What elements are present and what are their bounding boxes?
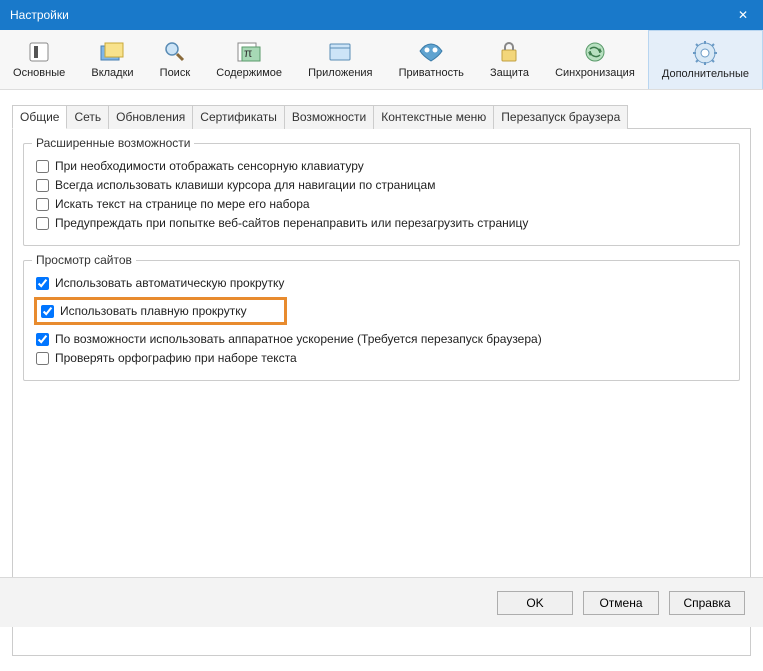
checkbox-cursor-keys[interactable] <box>36 179 49 192</box>
checkbox-row: По возможности использовать аппаратное у… <box>36 332 727 346</box>
checkbox-spellcheck[interactable] <box>36 352 49 365</box>
checkbox-label[interactable]: Искать текст на странице по мере его наб… <box>55 197 310 211</box>
checkbox-search-as-type[interactable] <box>36 198 49 211</box>
toolbar: Основные Вкладки Поиск π Содержимое Прил… <box>0 30 763 90</box>
toolbar-item-tabs[interactable]: Вкладки <box>78 30 146 89</box>
tab-network[interactable]: Сеть <box>66 105 109 129</box>
sync-icon <box>581 40 609 64</box>
tab-restart-browser[interactable]: Перезапуск браузера <box>493 105 628 129</box>
checkbox-row: При необходимости отображать сенсорную к… <box>36 159 727 173</box>
toolbar-label: Защита <box>490 67 529 79</box>
checkbox-label[interactable]: Использовать автоматическую прокрутку <box>55 276 284 290</box>
toolbar-label: Содержимое <box>216 67 282 79</box>
close-icon: ✕ <box>738 8 748 22</box>
toolbar-item-content[interactable]: π Содержимое <box>203 30 295 89</box>
checkbox-hw-accel[interactable] <box>36 333 49 346</box>
checkbox-row: Использовать автоматическую прокрутку <box>36 276 727 290</box>
help-button[interactable]: Справка <box>669 591 745 615</box>
checkbox-smooth-scroll[interactable] <box>41 305 54 318</box>
toolbar-label: Синхронизация <box>555 67 635 79</box>
checkbox-row: Искать текст на странице по мере его наб… <box>36 197 727 211</box>
svg-text:π: π <box>244 46 252 60</box>
tab-updates[interactable]: Обновления <box>108 105 193 129</box>
toolbar-label: Основные <box>13 67 65 79</box>
tab-features[interactable]: Возможности <box>284 105 374 129</box>
checkbox-onscreen-keyboard[interactable] <box>36 160 49 173</box>
toolbar-item-sync[interactable]: Синхронизация <box>542 30 648 89</box>
apps-icon <box>326 40 354 64</box>
checkbox-row: Предупреждать при попытке веб-сайтов пер… <box>36 216 727 230</box>
toolbar-item-privacy[interactable]: Приватность <box>386 30 477 89</box>
tab-certificates[interactable]: Сертификаты <box>192 105 285 129</box>
group-legend: Просмотр сайтов <box>32 253 136 267</box>
privacy-icon <box>417 40 445 64</box>
checkbox-row: Проверять орфографию при наборе текста <box>36 351 727 365</box>
checkbox-label[interactable]: Использовать плавную прокрутку <box>60 304 247 318</box>
content-icon: π <box>235 40 263 64</box>
checkbox-warn-redirect[interactable] <box>36 217 49 230</box>
toolbar-item-advanced[interactable]: Дополнительные <box>648 30 763 89</box>
checkbox-label[interactable]: Предупреждать при попытке веб-сайтов пер… <box>55 216 528 230</box>
toolbar-label: Дополнительные <box>662 68 749 80</box>
checkbox-row: Всегда использовать клавиши курсора для … <box>36 178 727 192</box>
tab-general[interactable]: Общие <box>12 105 67 129</box>
subtabs: Общие Сеть Обновления Сертификаты Возмож… <box>12 105 751 129</box>
cancel-button[interactable]: Отмена <box>583 591 659 615</box>
advanced-icon <box>691 41 719 65</box>
checkbox-autoscroll[interactable] <box>36 277 49 290</box>
toolbar-item-apps[interactable]: Приложения <box>295 30 385 89</box>
toolbar-label: Приватность <box>399 67 464 79</box>
toolbar-label: Поиск <box>160 67 190 79</box>
titlebar: Настройки ✕ <box>0 0 763 30</box>
checkbox-label[interactable]: При необходимости отображать сенсорную к… <box>55 159 364 173</box>
checkbox-row: Использовать плавную прокрутку <box>41 304 280 318</box>
tabs-icon <box>98 40 126 64</box>
tab-context-menus[interactable]: Контекстные меню <box>373 105 494 129</box>
footer: OK Отмена Справка <box>0 577 763 627</box>
window-title: Настройки <box>10 8 69 22</box>
toolbar-label: Вкладки <box>91 67 133 79</box>
ok-button[interactable]: OK <box>497 591 573 615</box>
security-icon <box>495 40 523 64</box>
checkbox-label[interactable]: Всегда использовать клавиши курсора для … <box>55 178 435 192</box>
switch-icon <box>25 40 53 64</box>
highlighted-option: Использовать плавную прокрутку <box>34 297 287 325</box>
toolbar-item-security[interactable]: Защита <box>477 30 542 89</box>
group-legend: Расширенные возможности <box>32 136 194 150</box>
group-browsing: Просмотр сайтов Использовать автоматичес… <box>23 260 740 381</box>
toolbar-item-search[interactable]: Поиск <box>147 30 204 89</box>
checkbox-label[interactable]: Проверять орфографию при наборе текста <box>55 351 297 365</box>
group-advanced-features: Расширенные возможности При необходимост… <box>23 143 740 246</box>
toolbar-label: Приложения <box>308 67 372 79</box>
close-button[interactable]: ✕ <box>723 0 763 30</box>
checkbox-label[interactable]: По возможности использовать аппаратное у… <box>55 332 542 346</box>
search-icon <box>161 40 189 64</box>
toolbar-item-main[interactable]: Основные <box>0 30 78 89</box>
